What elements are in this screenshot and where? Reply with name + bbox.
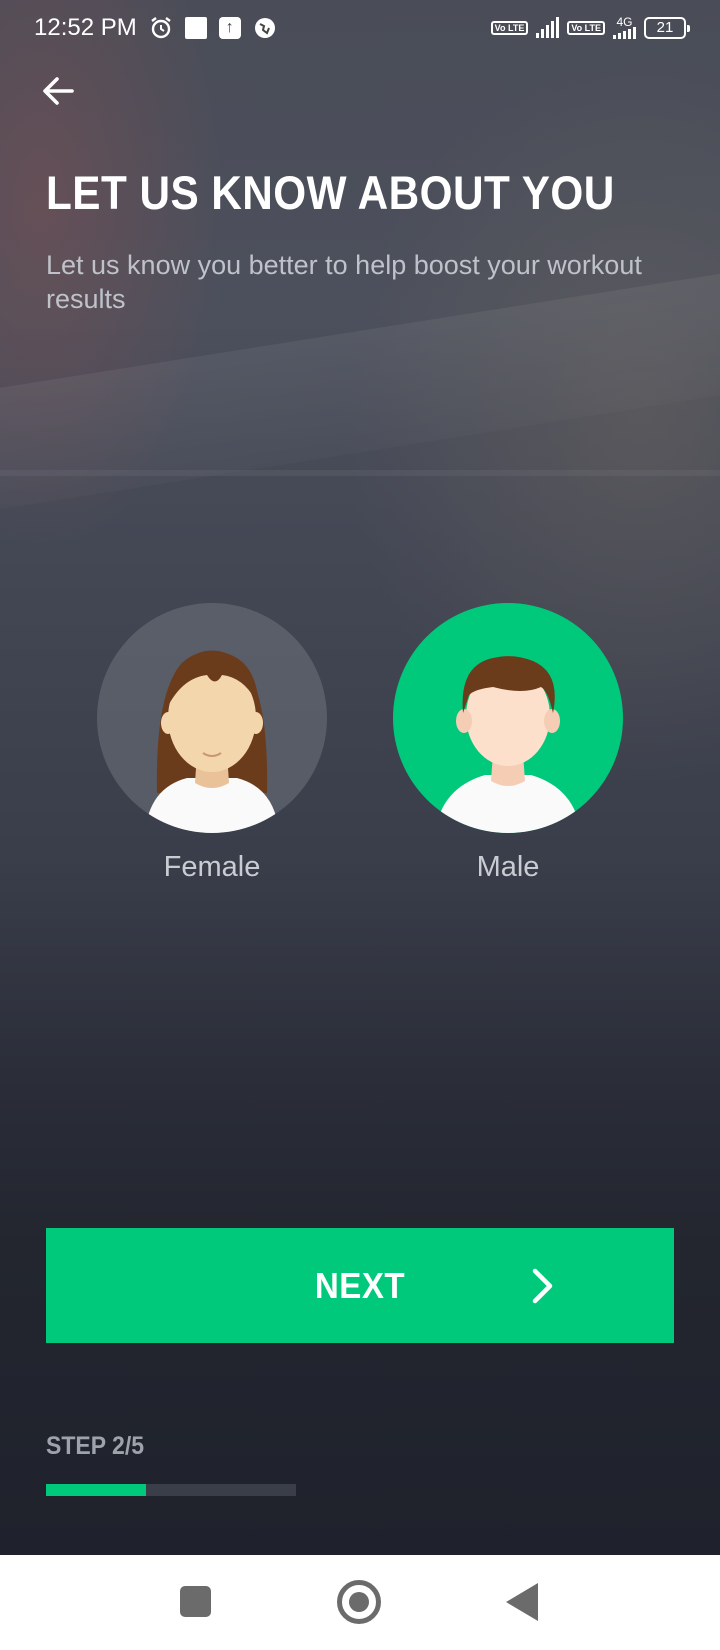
background-photo-shape — [0, 470, 720, 476]
4g-signal-icon — [613, 27, 636, 39]
page-subtitle: Let us know you better to help boost you… — [46, 250, 642, 314]
gender-label-male: Male — [476, 851, 540, 883]
female-avatar — [97, 603, 327, 833]
recents-square-icon[interactable] — [180, 1586, 211, 1617]
female-avatar-icon — [145, 650, 279, 833]
battery-level: 21 — [656, 19, 674, 36]
chevron-right-icon — [532, 1268, 553, 1304]
signal-icon — [536, 17, 560, 38]
step-progress-bar — [46, 1484, 296, 1496]
alarm-icon — [149, 16, 173, 40]
gender-option-female[interactable]: Female — [97, 603, 327, 884]
upload-icon: ↑ — [218, 17, 241, 39]
back-button[interactable] — [38, 70, 78, 110]
home-circle-icon[interactable] — [337, 1580, 381, 1624]
status-bar: 12:52 PM ↑ Vo LTE Vo LTE 4G 21 — [0, 0, 720, 56]
system-navigation-bar — [0, 1555, 720, 1650]
male-avatar — [393, 603, 623, 833]
status-time: 12:52 PM — [34, 14, 137, 41]
male-avatar-icon — [435, 656, 581, 833]
back-triangle-icon[interactable] — [506, 1583, 538, 1621]
step-indicator-label: STEP 2/5 — [46, 1432, 145, 1460]
next-button[interactable]: NEXT — [46, 1228, 674, 1343]
notification-square-icon — [184, 17, 207, 39]
step-progress-fill — [46, 1484, 146, 1496]
volte-icon: Vo LTE — [567, 21, 605, 35]
network-type: 4G — [616, 15, 633, 29]
battery-icon: 21 — [644, 17, 690, 39]
vpn-icon — [253, 16, 277, 40]
gender-option-male[interactable]: Male — [393, 603, 623, 884]
volte-icon: Vo LTE — [490, 21, 529, 35]
arrow-left-icon — [43, 77, 74, 105]
gender-label-female: Female — [163, 851, 261, 883]
next-button-label: NEXT — [314, 1264, 406, 1306]
screen-background: 12:52 PM ↑ Vo LTE Vo LTE 4G 21 LET US KN — [0, 0, 720, 1555]
page-title: LET US KNOW ABOUT YOU — [46, 166, 615, 219]
